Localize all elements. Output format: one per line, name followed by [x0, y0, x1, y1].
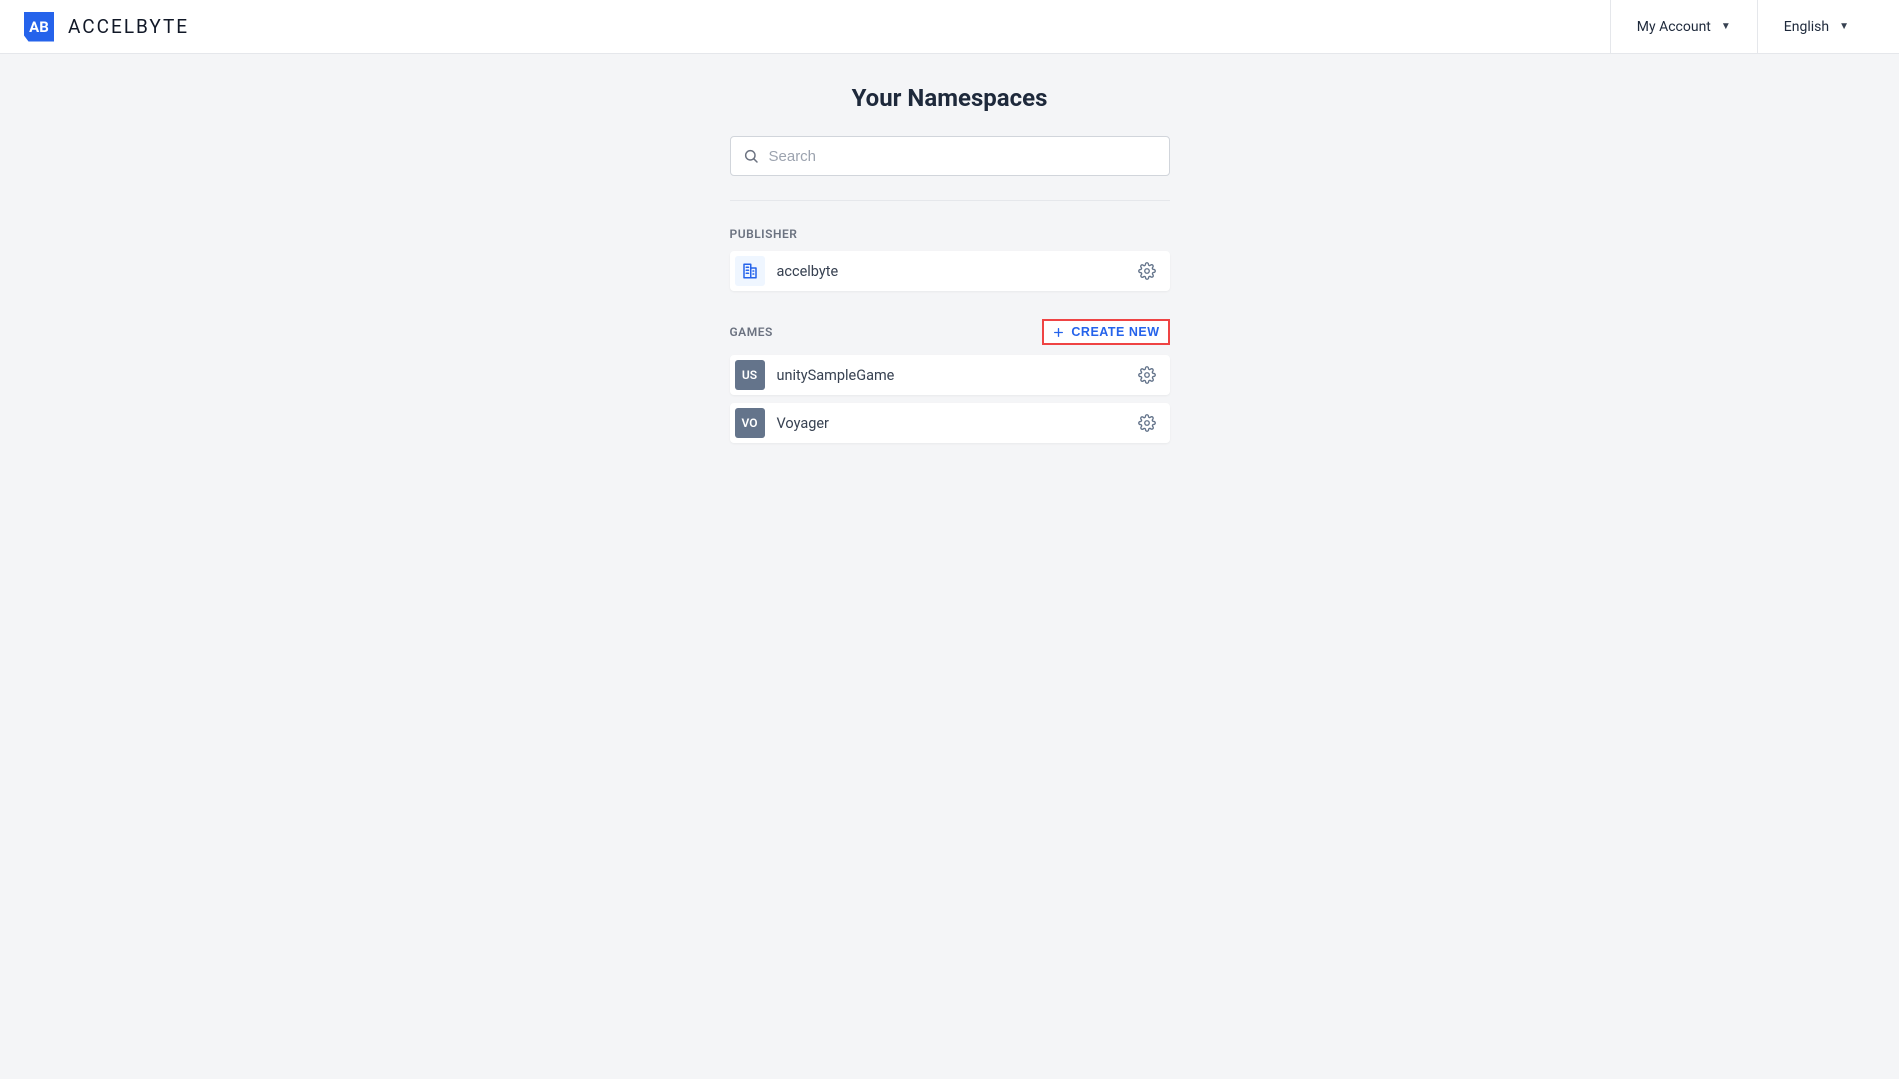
publisher-name: accelbyte — [777, 263, 1138, 280]
publisher-section-header: PUBLISHER — [730, 227, 1170, 241]
game-item[interactable]: US unitySampleGame — [730, 355, 1170, 395]
gear-icon[interactable] — [1138, 262, 1156, 280]
building-icon — [735, 256, 765, 286]
publisher-label: PUBLISHER — [730, 227, 798, 241]
divider — [730, 200, 1170, 201]
my-account-label: My Account — [1637, 19, 1711, 35]
search-input[interactable] — [759, 148, 1157, 165]
language-label: English — [1784, 19, 1829, 35]
game-name: unitySampleGame — [777, 367, 1138, 384]
games-label: GAMES — [730, 325, 773, 339]
main-content: Your Namespaces PUBLISHER — [0, 54, 1899, 481]
language-dropdown[interactable]: English ▼ — [1757, 0, 1875, 53]
plus-icon — [1052, 326, 1065, 339]
logo-mark-icon: AB — [24, 12, 54, 42]
games-section-header: GAMES CREATE NEW — [730, 319, 1170, 345]
game-name: Voyager — [777, 415, 1138, 432]
chevron-down-icon: ▼ — [1721, 21, 1731, 32]
page-title: Your Namespaces — [852, 84, 1048, 112]
brand-name: ACCELBYTE — [68, 15, 189, 38]
game-abbr-icon: US — [735, 360, 765, 390]
game-abbr-icon: VO — [735, 408, 765, 438]
game-item[interactable]: VO Voyager — [730, 403, 1170, 443]
gear-icon[interactable] — [1138, 414, 1156, 432]
search-icon — [743, 148, 759, 164]
search-field[interactable] — [730, 136, 1170, 176]
brand-logo[interactable]: AB ACCELBYTE — [24, 12, 189, 42]
create-new-button[interactable]: CREATE NEW — [1042, 319, 1169, 345]
chevron-down-icon: ▼ — [1839, 21, 1849, 32]
publisher-item[interactable]: accelbyte — [730, 251, 1170, 291]
create-new-label: CREATE NEW — [1071, 325, 1159, 339]
header-right: My Account ▼ English ▼ — [1610, 0, 1875, 53]
my-account-dropdown[interactable]: My Account ▼ — [1610, 0, 1757, 53]
namespaces-panel: PUBLISHER accelbyte — [730, 136, 1170, 451]
app-header: AB ACCELBYTE My Account ▼ English ▼ — [0, 0, 1899, 54]
gear-icon[interactable] — [1138, 366, 1156, 384]
